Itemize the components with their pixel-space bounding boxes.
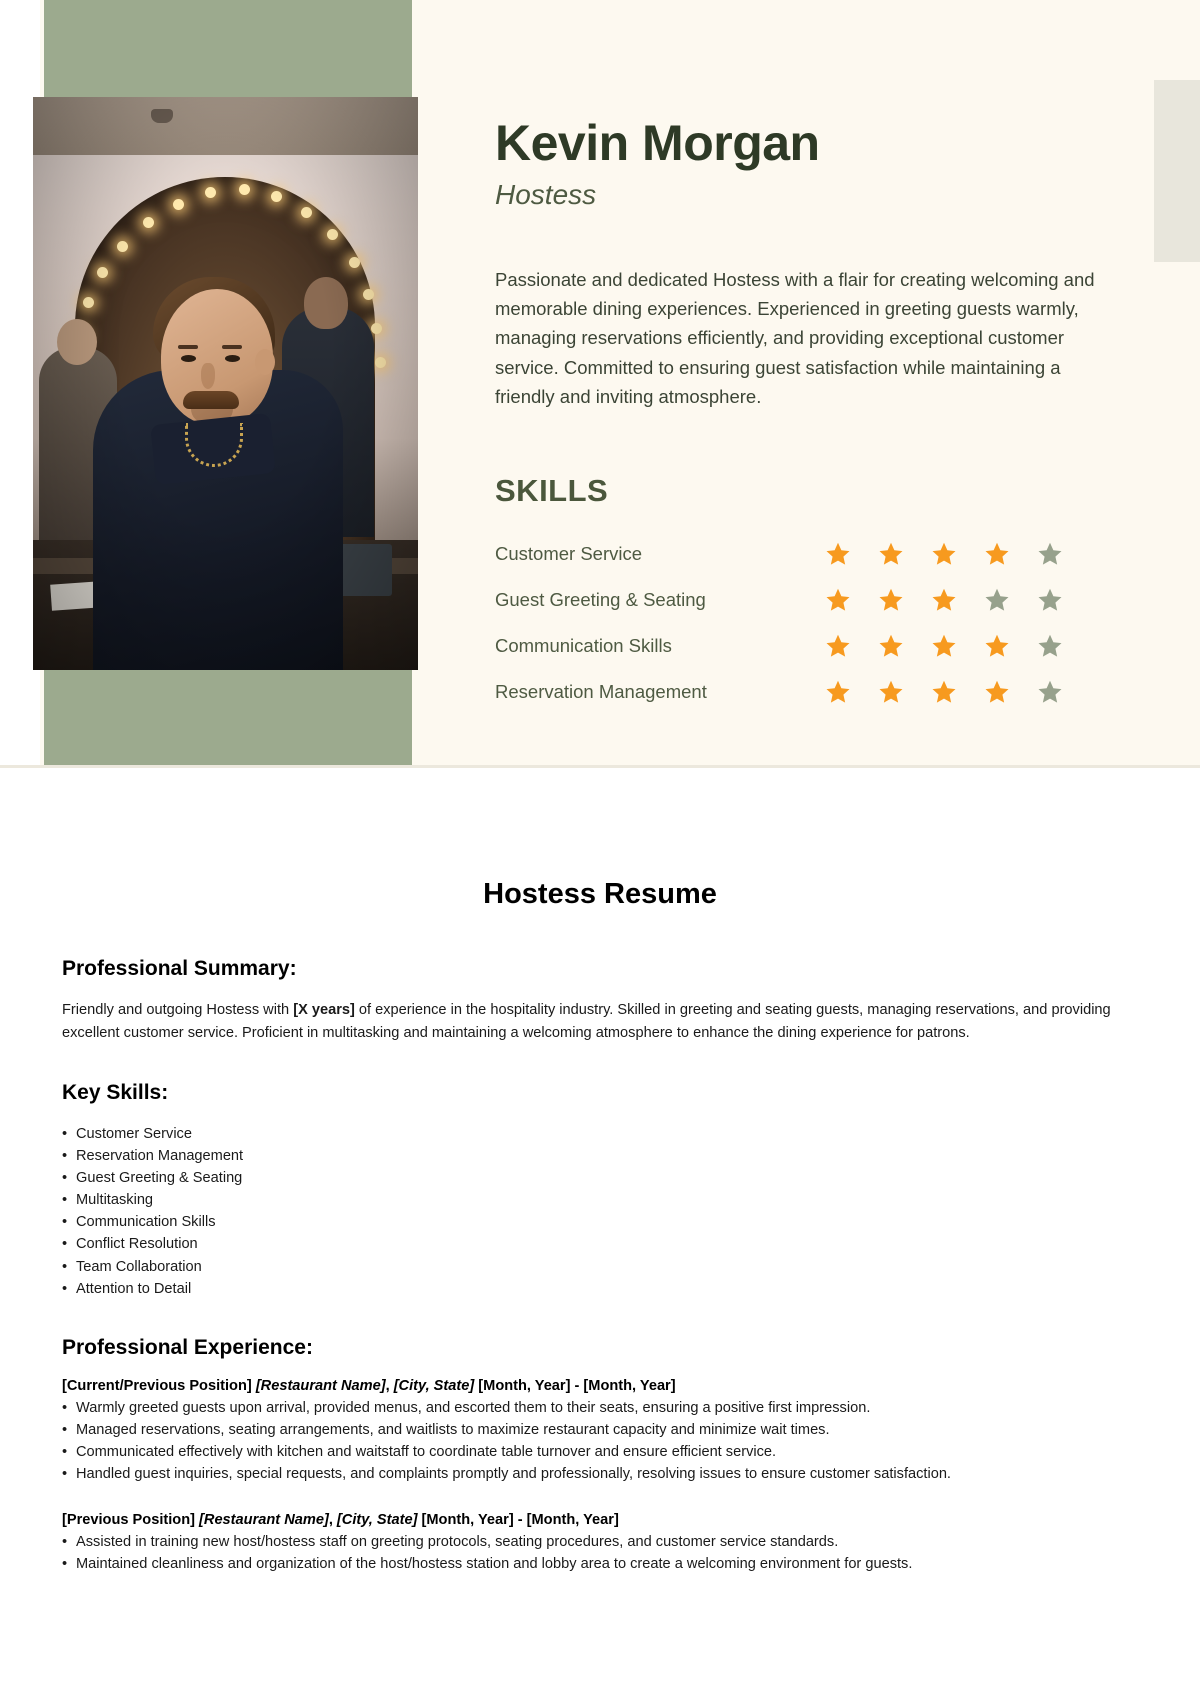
key-skills-list: Customer ServiceReservation ManagementGu…: [62, 1123, 1138, 1301]
list-item: Assisted in training new host/hostess st…: [62, 1531, 1138, 1553]
page-title: Kevin Morgan: [495, 115, 820, 171]
star-empty-icon: [1037, 541, 1063, 567]
star-filled-icon: [984, 633, 1010, 659]
professional-summary-section: Professional Summary: Friendly and outgo…: [62, 957, 1138, 1045]
skill-rating-stars: [825, 679, 1063, 705]
document-title: Hostess Resume: [483, 878, 717, 910]
skill-row: Guest Greeting & Seating: [495, 577, 1123, 623]
job-header: [Current/Previous Position] [Restaurant …: [62, 1377, 676, 1394]
star-filled-icon: [984, 541, 1010, 567]
list-item: Communicated effectively with kitchen an…: [62, 1441, 1138, 1463]
star-filled-icon: [825, 633, 851, 659]
jobs-list: [Current/Previous Position] [Restaurant …: [62, 1378, 1138, 1575]
key-skills-heading: Key Skills:: [62, 1080, 169, 1104]
job-role-subtitle: Hostess: [495, 179, 597, 210]
portrait-photo: [33, 97, 418, 670]
list-item: Warmly greeted guests upon arrival, prov…: [62, 1397, 1138, 1419]
key-skills-section: Key Skills: Customer ServiceReservation …: [62, 1080, 1138, 1301]
star-filled-icon: [931, 541, 957, 567]
list-item: Attention to Detail: [62, 1278, 1138, 1300]
list-item: Managed reservations, seating arrangemen…: [62, 1419, 1138, 1441]
job-dates: [Month, Year] - [Month, Year]: [478, 1377, 676, 1394]
list-item: Communication Skills: [62, 1211, 1138, 1233]
list-item: Reservation Management: [62, 1145, 1138, 1167]
star-empty-icon: [1037, 679, 1063, 705]
job-bullet-list: Warmly greeted guests upon arrival, prov…: [62, 1397, 1138, 1486]
photo-vignette: [33, 97, 418, 670]
star-filled-icon: [931, 633, 957, 659]
professional-experience-section: Professional Experience: [Current/Previo…: [62, 1336, 1138, 1575]
list-item: Team Collaboration: [62, 1256, 1138, 1278]
summary-text-before: Friendly and outgoing Hostess with: [62, 1002, 294, 1018]
resume-card: Kevin Morgan Hostess Passionate and dedi…: [0, 0, 1200, 830]
list-item: Multitasking: [62, 1189, 1138, 1211]
skill-rating-stars: [825, 587, 1063, 613]
portrait-photo-illustration: [33, 97, 418, 670]
skills-section-heading: SKILLS: [495, 473, 609, 509]
right-side-tab: [1154, 80, 1200, 262]
summary-placeholder-years: [X years]: [293, 1002, 355, 1018]
star-filled-icon: [984, 679, 1010, 705]
resume-card-content: Kevin Morgan Hostess Passionate and dedi…: [495, 115, 1123, 715]
star-empty-icon: [1037, 587, 1063, 613]
professional-summary-paragraph: Friendly and outgoing Hostess with [X ye…: [62, 999, 1138, 1045]
list-item: Guest Greeting & Seating: [62, 1167, 1138, 1189]
resume-document: Hostess Resume Professional Summary: Fri…: [0, 830, 1200, 1575]
star-filled-icon: [825, 679, 851, 705]
job-position: [Current/Previous Position]: [62, 1377, 252, 1394]
star-filled-icon: [878, 587, 904, 613]
job-dates: [Month, Year] - [Month, Year]: [421, 1511, 619, 1528]
star-filled-icon: [931, 679, 957, 705]
star-filled-icon: [878, 679, 904, 705]
skill-row: Communication Skills: [495, 623, 1123, 669]
list-item: Customer Service: [62, 1123, 1138, 1145]
professional-summary-heading: Professional Summary:: [62, 957, 297, 980]
skill-rating-stars: [825, 541, 1063, 567]
professional-experience-heading: Professional Experience:: [62, 1335, 313, 1359]
profile-summary-text: Passionate and dedicated Hostess with a …: [495, 269, 1095, 407]
list-item: Conflict Resolution: [62, 1233, 1138, 1255]
star-filled-icon: [825, 541, 851, 567]
skills-list: Customer Service Guest Greeting & Seating…: [495, 531, 1123, 715]
job-location: [City, State]: [336, 1511, 418, 1528]
skill-label: Reservation Management: [495, 681, 707, 703]
skill-row: Customer Service: [495, 531, 1123, 577]
job-entry: [Previous Position] [Restaurant Name], […: [62, 1511, 1138, 1576]
skill-label: Communication Skills: [495, 635, 672, 657]
job-location: [City, State]: [393, 1377, 475, 1394]
skill-label: Guest Greeting & Seating: [495, 589, 706, 611]
skill-rating-stars: [825, 633, 1063, 659]
star-filled-icon: [878, 633, 904, 659]
star-filled-icon: [825, 587, 851, 613]
star-filled-icon: [878, 541, 904, 567]
star-filled-icon: [931, 587, 957, 613]
job-bullet-list: Assisted in training new host/hostess st…: [62, 1531, 1138, 1576]
job-header: [Previous Position] [Restaurant Name], […: [62, 1511, 619, 1528]
star-empty-icon: [1037, 633, 1063, 659]
job-entry: [Current/Previous Position] [Restaurant …: [62, 1378, 1138, 1486]
card-bottom-margin: [0, 768, 1200, 830]
list-item: Handled guest inquiries, special request…: [62, 1463, 1138, 1485]
job-restaurant: [Restaurant Name]: [255, 1377, 386, 1394]
skill-label: Customer Service: [495, 543, 643, 565]
job-position: [Previous Position]: [62, 1511, 195, 1528]
star-empty-icon: [984, 587, 1010, 613]
skill-row: Reservation Management: [495, 669, 1123, 715]
list-item: Maintained cleanliness and organization …: [62, 1553, 1138, 1575]
job-restaurant: [Restaurant Name]: [199, 1511, 329, 1528]
